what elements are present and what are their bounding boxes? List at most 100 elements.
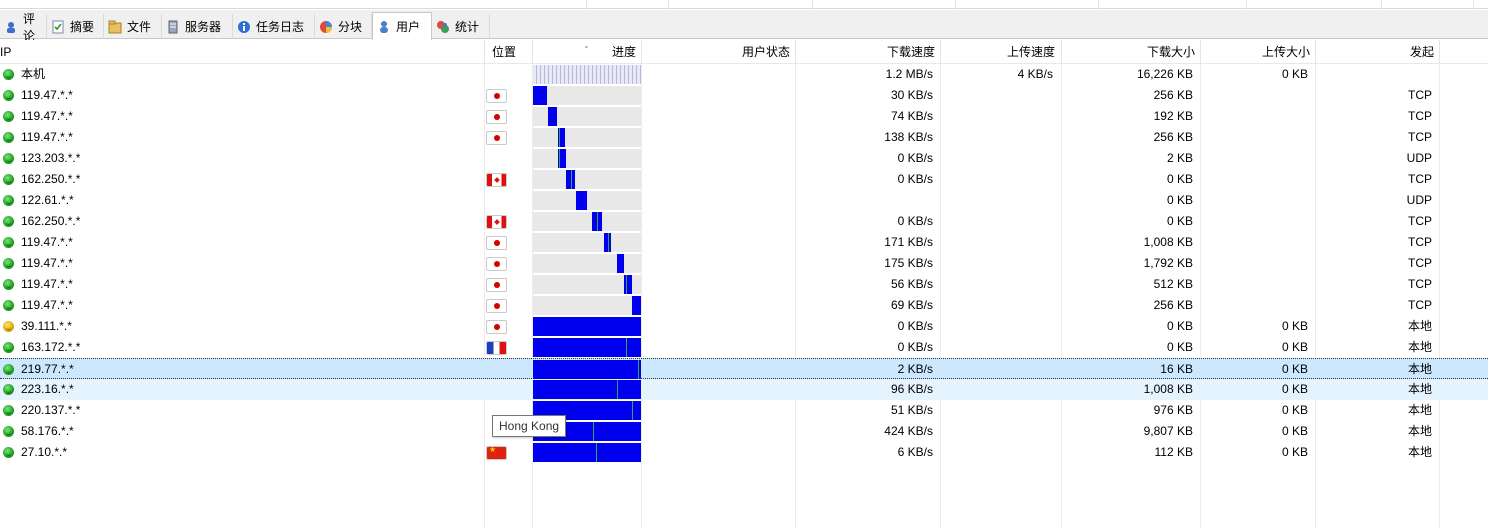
download-size: 0 KB bbox=[1166, 340, 1193, 354]
peer-ip: 123.203.*.* bbox=[21, 151, 81, 165]
download-size: 0 KB bbox=[1166, 172, 1193, 186]
tab-2[interactable]: 文件 bbox=[104, 14, 162, 39]
table-row[interactable]: 119.47.*.* 138 KB/s 256 KB TCP bbox=[0, 127, 1488, 148]
table-row[interactable]: 27.10.*.* 6 KB/s 112 KB 0 KB 本地 bbox=[0, 442, 1488, 463]
progress-stripe bbox=[600, 65, 601, 84]
progress-bar bbox=[533, 212, 641, 231]
table-row[interactable]: 119.47.*.* 74 KB/s 192 KB TCP bbox=[0, 106, 1488, 127]
tab-label: 评论 bbox=[23, 11, 36, 43]
progress-bar bbox=[533, 275, 641, 294]
progress-stripe bbox=[568, 65, 569, 84]
tab-label: 分块 bbox=[338, 20, 363, 34]
flag-jp-icon bbox=[486, 278, 507, 292]
download-speed: 6 KB/s bbox=[897, 445, 933, 459]
flag-jp-icon bbox=[486, 110, 507, 124]
column-header-upload-size[interactable]: 上传大小 bbox=[1201, 40, 1310, 64]
origin: TCP bbox=[1408, 256, 1432, 270]
table-row[interactable]: 162.250.*.* 0 KB/s 0 KB TCP bbox=[0, 211, 1488, 232]
table-row[interactable]: 119.47.*.* 30 KB/s 256 KB TCP bbox=[0, 85, 1488, 106]
table-row[interactable]: 123.203.*.* 0 KB/s 2 KB UDP bbox=[0, 148, 1488, 169]
progress-segment bbox=[533, 443, 641, 462]
origin: 本地 bbox=[1407, 445, 1432, 459]
peer-ip: 27.10.*.* bbox=[21, 445, 68, 459]
tab-label: 用户 bbox=[396, 20, 421, 34]
column-header-user-status[interactable]: 用户状态 bbox=[642, 40, 790, 64]
stats-icon bbox=[436, 20, 450, 34]
table-row[interactable]: 122.61.*.* 0 KB UDP bbox=[0, 190, 1488, 211]
progress-stripe bbox=[560, 65, 561, 84]
progress-stripe bbox=[588, 65, 589, 84]
peer-table: 本机 1.2 MB/s 4 KB/s 16,226 KB 0 KB 119.47.*.* 3… bbox=[0, 64, 1488, 528]
progress-bar bbox=[533, 233, 641, 252]
progress-marker bbox=[571, 170, 572, 189]
progress-segment bbox=[632, 296, 641, 315]
peer-status-ok-icon bbox=[3, 195, 14, 206]
upper-table-remnant bbox=[0, 0, 1488, 9]
column-header-download-speed[interactable]: 下载速度 bbox=[796, 40, 935, 64]
progress-marker bbox=[597, 212, 598, 231]
column-header-ip[interactable]: IP bbox=[0, 40, 60, 64]
column-header-origin[interactable]: 发起 bbox=[1316, 40, 1434, 64]
progress-stripe bbox=[592, 65, 593, 84]
download-speed: 51 KB/s bbox=[890, 403, 933, 417]
files-icon bbox=[108, 20, 122, 34]
peer-ip: 162.250.*.* bbox=[21, 214, 81, 228]
tab-0[interactable]: 评论 bbox=[0, 12, 47, 43]
peer-ip: 219.77.*.* bbox=[21, 362, 74, 376]
table-row[interactable]: 119.47.*.* 175 KB/s 1,792 KB TCP bbox=[0, 253, 1488, 274]
peer-ip: 163.172.*.* bbox=[21, 340, 81, 354]
progress-stripe bbox=[628, 65, 629, 84]
tab-4[interactable]: 任务日志 bbox=[233, 14, 315, 39]
column-header-progress[interactable]: 进度 bbox=[533, 40, 636, 64]
flag-jp-icon bbox=[486, 89, 507, 103]
peer-ip: 119.47.*.* bbox=[21, 88, 73, 102]
tab-label: 文件 bbox=[127, 20, 152, 34]
progress-bar bbox=[533, 317, 641, 336]
origin: TCP bbox=[1408, 235, 1432, 249]
table-row[interactable]: 119.47.*.* 69 KB/s 256 KB TCP bbox=[0, 295, 1488, 316]
download-speed: 96 KB/s bbox=[890, 382, 933, 396]
origin: 本地 bbox=[1407, 340, 1432, 354]
progress-stripe bbox=[636, 65, 637, 84]
tab-1[interactable]: 摘要 bbox=[47, 14, 104, 39]
table-row[interactable]: 39.111.*.* 0 KB/s 0 KB 0 KB 本地 bbox=[0, 316, 1488, 337]
peer-status-ok-icon bbox=[3, 279, 14, 290]
origin: TCP bbox=[1408, 277, 1432, 291]
flag-jp-icon bbox=[486, 257, 507, 271]
table-row[interactable]: 本机 1.2 MB/s 4 KB/s 16,226 KB 0 KB bbox=[0, 64, 1488, 85]
tab-7[interactable]: 统计 bbox=[432, 14, 490, 39]
origin: 本地 bbox=[1407, 382, 1432, 396]
download-size: 256 KB bbox=[1153, 298, 1193, 312]
pieces-icon bbox=[319, 20, 333, 34]
tab-6[interactable]: 用户 bbox=[372, 12, 432, 40]
origin: TCP bbox=[1408, 298, 1432, 312]
origin: UDP bbox=[1406, 193, 1432, 207]
origin: 本地 bbox=[1407, 362, 1432, 376]
table-row[interactable]: 119.47.*.* 56 KB/s 512 KB TCP bbox=[0, 274, 1488, 295]
download-speed: 2 KB/s bbox=[897, 362, 933, 376]
progress-marker bbox=[596, 443, 597, 462]
table-row[interactable]: 223.16.*.* 96 KB/s 1,008 KB 0 KB 本地 bbox=[0, 379, 1488, 400]
progress-stripe bbox=[624, 65, 625, 84]
tab-5[interactable]: 分块 bbox=[315, 14, 372, 39]
tab-3[interactable]: 服务器 bbox=[162, 14, 233, 39]
progress-marker bbox=[608, 233, 609, 252]
table-row[interactable]: 163.172.*.* 0 KB/s 0 KB 0 KB 本地 bbox=[0, 337, 1488, 358]
column-header-location[interactable]: 位置 bbox=[486, 40, 532, 64]
peer-status-ok-icon bbox=[3, 447, 14, 458]
progress-stripe bbox=[596, 65, 597, 84]
table-row[interactable]: 119.47.*.* 171 KB/s 1,008 KB TCP bbox=[0, 232, 1488, 253]
flag-cn-icon bbox=[486, 446, 507, 460]
column-header-upload-speed[interactable]: 上传速度 bbox=[941, 40, 1055, 64]
table-row[interactable]: 58.176.*.* 424 KB/s 9,807 KB 0 KB 本地 bbox=[0, 421, 1488, 442]
progress-stripe bbox=[612, 65, 613, 84]
download-speed: 30 KB/s bbox=[890, 88, 933, 102]
column-header-download-size[interactable]: 下载大小 bbox=[1062, 40, 1195, 64]
progress-stripe bbox=[552, 65, 553, 84]
table-row[interactable]: 162.250.*.* 0 KB/s 0 KB TCP bbox=[0, 169, 1488, 190]
peer-ip: 119.47.*.* bbox=[21, 130, 73, 144]
table-row[interactable]: 219.77.*.* 2 KB/s 16 KB 0 KB 本地 bbox=[0, 358, 1488, 379]
progress-stripe bbox=[556, 65, 557, 84]
progress-stripe bbox=[548, 65, 549, 84]
table-row[interactable]: 220.137.*.* 51 KB/s 976 KB 0 KB 本地 bbox=[0, 400, 1488, 421]
